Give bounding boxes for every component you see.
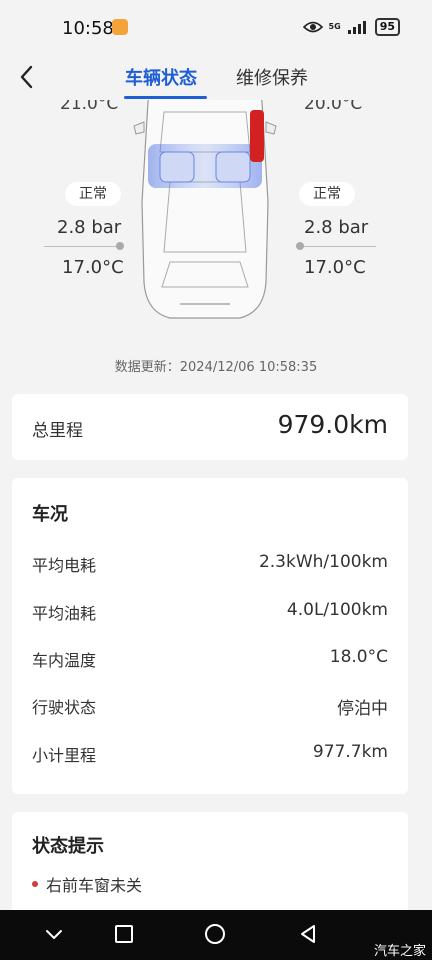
rear-right-tire-pressure: 2.8 bar	[304, 217, 369, 238]
tab-maintenance[interactable]: 维修保养	[236, 64, 308, 90]
nav-recents-square-icon[interactable]	[114, 924, 134, 944]
top-header: 车辆状态 维修保养	[0, 56, 432, 100]
rear-left-leader-dot	[116, 242, 124, 250]
total-mileage-value: 979.0km	[277, 410, 388, 439]
watermark: 汽车之家	[373, 944, 426, 959]
nav-home-circle-icon[interactable]	[204, 923, 226, 945]
total-mileage-label: 总里程	[32, 421, 83, 441]
back-arrow-icon[interactable]	[14, 62, 40, 92]
network-type: 5G	[328, 22, 341, 31]
car-status-diagram: 21.0°C 20.0°C 正常 正常 2.8 bar 2.8 bar 17.0…	[0, 100, 432, 340]
condition-row: 平均电耗 2.3kWh/100km	[32, 552, 388, 576]
data-update-time: 数据更新：2024/12/06 10:58:35	[114, 360, 318, 375]
row-value-trip-mileage: 977.7km	[312, 742, 388, 762]
rear-right-tire-status: 正常	[299, 182, 355, 206]
active-tab-indicator	[124, 96, 207, 99]
status-icons: 5G 95	[302, 18, 400, 36]
condition-title: 车况	[32, 504, 68, 525]
condition-row: 行驶状态 停泊中	[32, 694, 388, 719]
front-right-tire-temp: 20.0°C	[304, 100, 363, 114]
row-label-cabin-temp: 车内温度	[32, 651, 97, 670]
front-left-tire-temp: 21.0°C	[60, 100, 119, 114]
rear-left-leader-line	[44, 246, 120, 247]
status-bar: 10:58 5G 95	[0, 0, 432, 56]
row-value-driving-state: 停泊中	[337, 699, 388, 719]
nav-back-triangle-icon[interactable]	[298, 924, 318, 944]
rear-right-leader-dot	[296, 242, 304, 250]
condition-row: 小计里程 977.7km	[32, 742, 388, 766]
row-value-avg-fuel: 4.0L/100km	[286, 600, 388, 620]
row-value-cabin-temp: 18.0°C	[329, 647, 388, 667]
status-hint-text: 右前车窗未关	[46, 876, 143, 895]
rear-right-tire-temp: 17.0°C	[304, 257, 366, 278]
total-mileage-card: 总里程 979.0km	[12, 394, 408, 460]
row-label-driving-state: 行驶状态	[32, 698, 97, 717]
condition-row: 车内温度 18.0°C	[32, 647, 388, 671]
tab-vehicle-status[interactable]: 车辆状态	[125, 64, 197, 90]
eye-icon	[302, 21, 323, 33]
nav-collapse-chevron-icon[interactable]	[44, 928, 64, 942]
vehicle-condition-card: 车况 平均电耗 2.3kWh/100km 平均油耗 4.0L/100km 车内温…	[12, 478, 408, 794]
row-label-trip-mileage: 小计里程	[32, 746, 97, 765]
signal-icon	[347, 21, 366, 34]
status-hints-title: 状态提示	[32, 836, 104, 857]
rear-left-tire-status: 正常	[65, 182, 121, 206]
right-front-window-open-indicator	[250, 110, 264, 162]
notification-app-icon	[112, 19, 128, 35]
rear-right-leader-line	[300, 246, 376, 247]
rear-left-tire-pressure: 2.8 bar	[57, 217, 122, 238]
system-navigation-bar: 汽车之家	[0, 910, 432, 960]
condition-row: 平均油耗 4.0L/100km	[32, 600, 388, 624]
status-hint-item: 右前车窗未关	[32, 872, 142, 896]
battery-indicator: 95	[374, 18, 400, 36]
car-top-view-illustration	[133, 100, 277, 319]
rear-left-tire-temp: 17.0°C	[62, 257, 124, 278]
row-label-avg-power: 平均电耗	[32, 556, 97, 575]
row-label-avg-fuel: 平均油耗	[32, 604, 97, 623]
alert-dot-icon	[32, 881, 38, 887]
row-value-avg-power: 2.3kWh/100km	[258, 552, 388, 572]
status-time: 10:58	[62, 18, 114, 39]
